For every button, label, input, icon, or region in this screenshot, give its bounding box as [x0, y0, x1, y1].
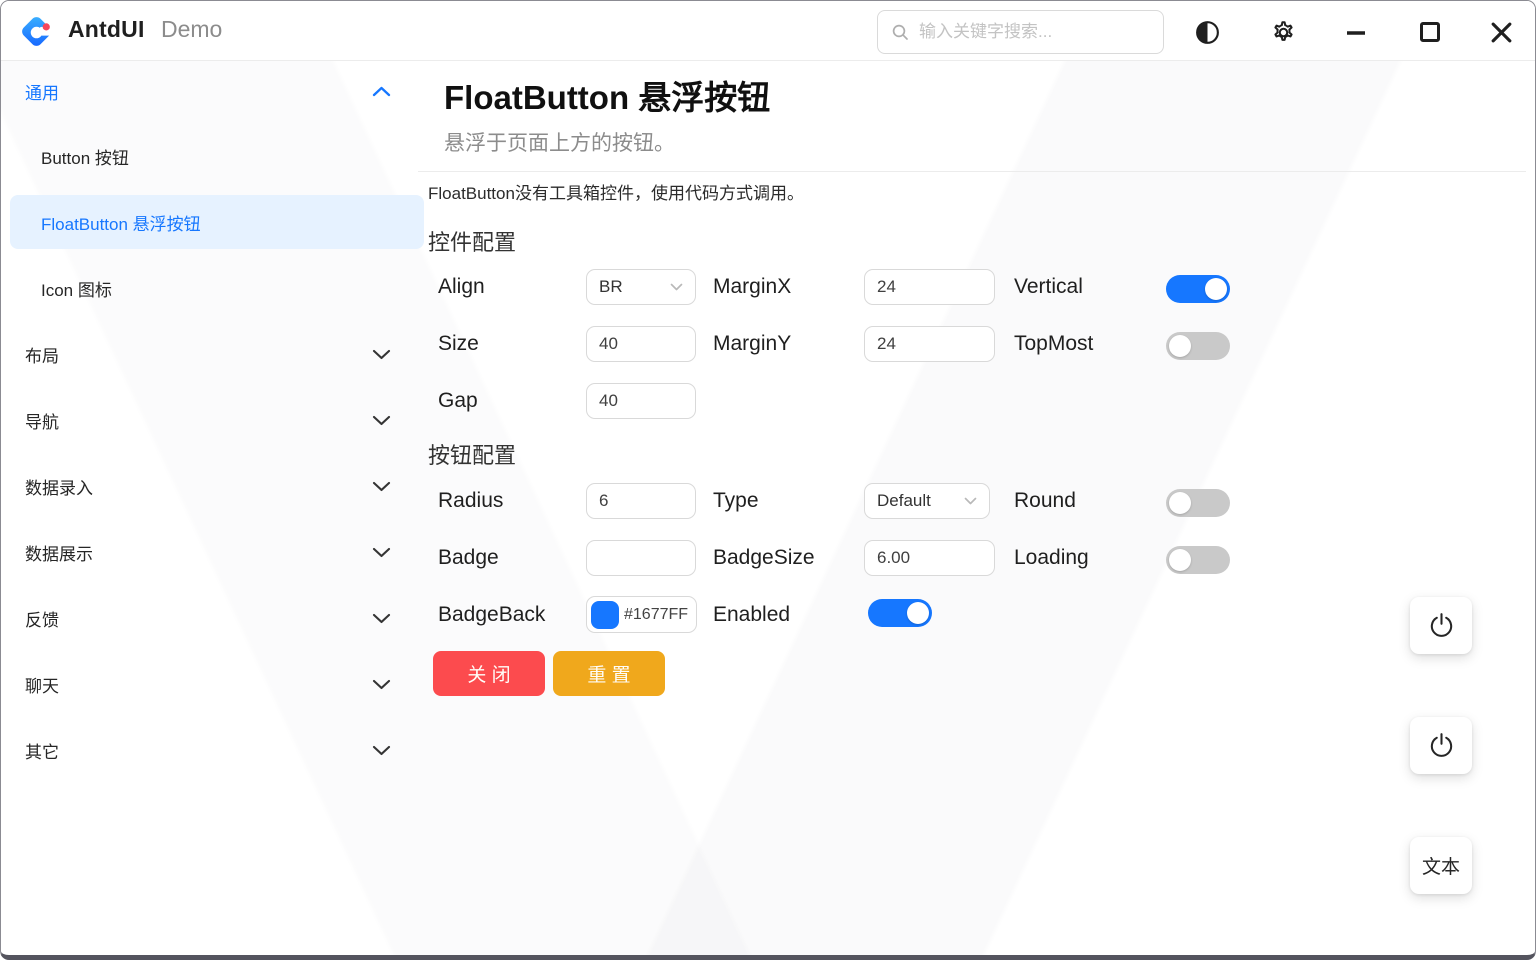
- app-window: AntdUI Demo: [0, 0, 1536, 960]
- chevron-down-icon: [372, 679, 391, 690]
- radius-input[interactable]: [586, 483, 696, 519]
- sidebar-item-label: FloatButton 悬浮按钮: [41, 210, 201, 235]
- enabled-label: Enabled: [713, 597, 790, 633]
- sidebar: 通用 Button 按钮 FloatButton 悬浮按钮 Icon 图标 布局…: [1, 62, 426, 955]
- chevron-down-icon: [372, 415, 391, 426]
- chevron-up-icon: [372, 86, 391, 97]
- sidebar-group-label: 导航: [25, 408, 59, 433]
- titlebar: AntdUI Demo: [1, 1, 1535, 61]
- sidebar-item-label: Button 按钮: [41, 144, 129, 169]
- close-icon: [1489, 20, 1514, 45]
- chevron-down-icon: [372, 547, 391, 558]
- sidebar-item-floatbutton[interactable]: FloatButton 悬浮按钮: [10, 195, 424, 249]
- badgeback-label: BadgeBack: [438, 597, 545, 633]
- topmost-toggle[interactable]: [1166, 332, 1230, 360]
- sidebar-group-label: 聊天: [25, 672, 59, 697]
- chevron-down-icon: [372, 745, 391, 756]
- page-title: FloatButton 悬浮按钮: [444, 71, 770, 119]
- badgesize-label: BadgeSize: [713, 540, 815, 576]
- power-icon: [1427, 611, 1456, 640]
- chevron-down-icon: [372, 349, 391, 360]
- marginx-input[interactable]: [864, 269, 995, 305]
- sidebar-item-icon[interactable]: Icon 图标: [1, 261, 426, 315]
- sidebar-group-data-display[interactable]: 数据展示: [1, 525, 426, 579]
- align-select[interactable]: BR: [586, 269, 696, 305]
- search-input[interactable]: [917, 21, 1150, 43]
- topmost-label: TopMost: [1014, 326, 1093, 362]
- badgeback-color-value: #1677FF: [624, 606, 688, 624]
- antdui-logo-icon: [18, 13, 55, 50]
- search-icon: [891, 23, 909, 41]
- sidebar-group-label: 通用: [25, 79, 59, 104]
- size-input[interactable]: [586, 326, 696, 362]
- sidebar-item-label: Icon 图标: [41, 276, 112, 301]
- sidebar-group-navigation[interactable]: 导航: [1, 393, 426, 447]
- float-button-text-label: 文本: [1422, 852, 1460, 879]
- loading-label: Loading: [1014, 540, 1089, 576]
- loading-toggle[interactable]: [1166, 546, 1230, 574]
- float-button-power-2[interactable]: [1410, 717, 1472, 774]
- align-label: Align: [438, 269, 485, 305]
- reset-action-button[interactable]: 重 置: [553, 651, 665, 696]
- minimize-icon: [1344, 20, 1368, 44]
- badge-label: Badge: [438, 540, 499, 576]
- color-swatch: [591, 601, 619, 629]
- badgesize-input[interactable]: [864, 540, 995, 576]
- badge-input[interactable]: [586, 540, 696, 576]
- vertical-toggle[interactable]: [1166, 275, 1230, 303]
- sidebar-group-other[interactable]: 其它: [1, 723, 426, 777]
- power-icon: [1427, 731, 1456, 760]
- minimize-button[interactable]: [1341, 17, 1371, 47]
- vertical-label: Vertical: [1014, 269, 1083, 305]
- chevron-down-icon: [372, 481, 391, 492]
- app-subtitle: Demo: [161, 16, 222, 43]
- marginy-input[interactable]: [864, 326, 995, 362]
- sidebar-group-label: 其它: [25, 738, 59, 763]
- sidebar-group-data-entry[interactable]: 数据录入: [1, 459, 426, 513]
- maximize-button[interactable]: [1415, 17, 1445, 47]
- app-title: AntdUI: [68, 16, 145, 43]
- gap-input[interactable]: [586, 383, 696, 419]
- size-label: Size: [438, 326, 479, 362]
- page-note: FloatButton没有工具箱控件，使用代码方式调用。: [428, 179, 804, 204]
- float-button-power-1[interactable]: [1410, 597, 1472, 654]
- chevron-down-icon: [670, 283, 683, 291]
- maximize-icon: [1418, 20, 1442, 44]
- section-title-button-config: 按钮配置: [428, 438, 516, 470]
- round-label: Round: [1014, 483, 1076, 519]
- sidebar-group-label: 数据展示: [25, 540, 93, 565]
- marginy-label: MarginY: [713, 326, 791, 362]
- theme-toggle-button[interactable]: [1192, 17, 1222, 47]
- sidebar-group-label: 数据录入: [25, 474, 93, 499]
- enabled-toggle[interactable]: [868, 599, 932, 627]
- badgeback-color-field[interactable]: #1677FF: [586, 596, 697, 633]
- sidebar-item-button[interactable]: Button 按钮: [1, 129, 426, 183]
- search-box[interactable]: [877, 10, 1164, 54]
- chevron-down-icon: [964, 497, 977, 505]
- page-subtitle: 悬浮于页面上方的按钮。: [444, 127, 675, 157]
- divider: [418, 171, 1526, 172]
- chevron-down-icon: [372, 613, 391, 624]
- type-select[interactable]: Default: [864, 483, 990, 519]
- sidebar-group-chat[interactable]: 聊天: [1, 657, 426, 711]
- theme-toggle-icon: [1194, 19, 1221, 46]
- sidebar-group-feedback[interactable]: 反馈: [1, 591, 426, 645]
- close-action-button[interactable]: 关 闭: [433, 651, 545, 696]
- marginx-label: MarginX: [713, 269, 791, 305]
- round-toggle[interactable]: [1166, 489, 1230, 517]
- radius-label: Radius: [438, 483, 503, 519]
- settings-gear-icon: [1270, 19, 1297, 46]
- align-select-value: BR: [599, 277, 623, 297]
- sidebar-group-general[interactable]: 通用: [1, 64, 426, 118]
- float-button-text[interactable]: 文本: [1410, 837, 1472, 894]
- close-button[interactable]: [1486, 17, 1516, 47]
- type-label: Type: [713, 483, 759, 519]
- gap-label: Gap: [438, 383, 478, 419]
- sidebar-group-label: 反馈: [25, 606, 59, 631]
- type-select-value: Default: [877, 491, 931, 511]
- settings-button[interactable]: [1268, 17, 1298, 47]
- sidebar-group-label: 布局: [25, 342, 59, 367]
- sidebar-group-layout[interactable]: 布局: [1, 327, 426, 381]
- section-title-control-config: 控件配置: [428, 225, 516, 257]
